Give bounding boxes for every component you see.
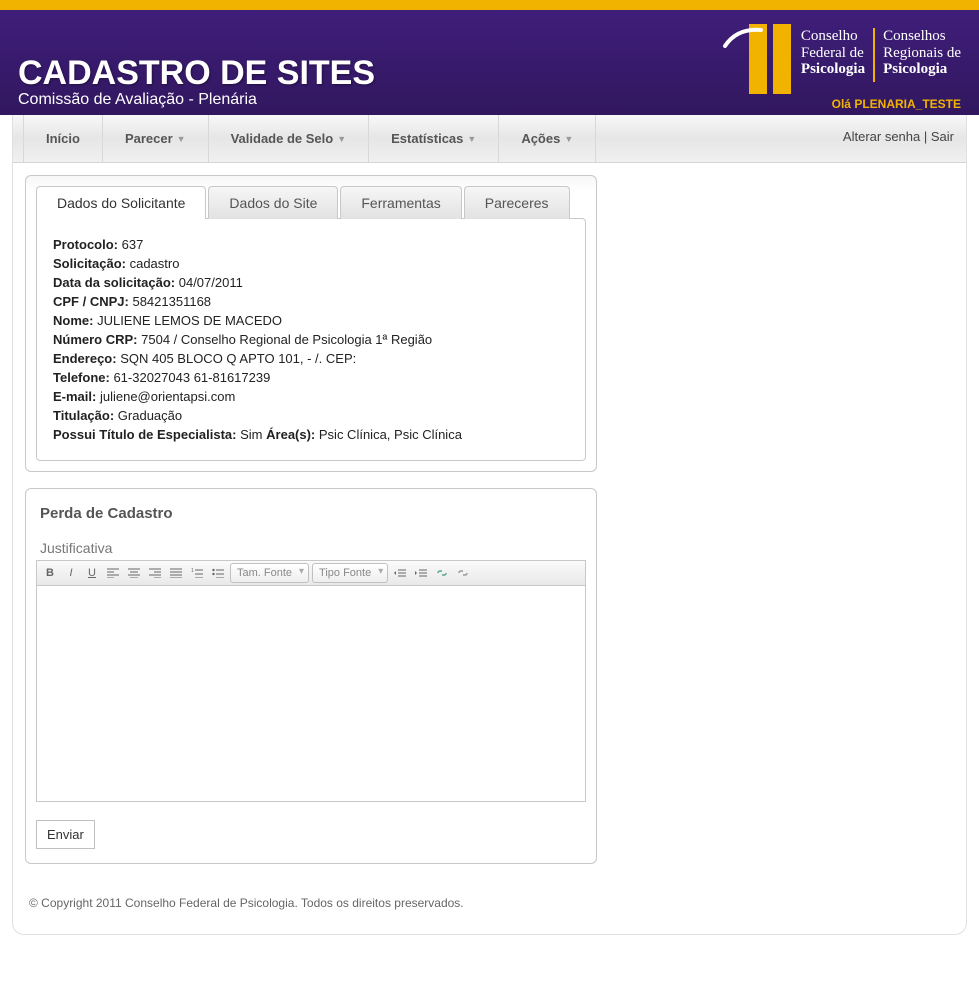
tabs-card: Dados do Solicitante Dados do Site Ferra… [25,175,597,472]
cpf-value: 58421351168 [132,294,211,309]
tab-dados-site[interactable]: Dados do Site [208,186,338,219]
ordered-list-icon[interactable]: 1 [188,564,206,582]
panel-title: Perda de Cadastro [36,499,586,540]
nav-label: Validade de Selo [231,131,334,146]
align-left-icon[interactable] [104,564,122,582]
outdent-icon[interactable] [391,564,409,582]
tab-dados-solicitante[interactable]: Dados do Solicitante [36,186,206,219]
protocolo-label: Protocolo: [53,237,118,252]
top-accent-bar [0,0,979,10]
endereco-value: SQN 405 BLOCO Q APTO 101, - /. CEP: [120,351,356,366]
link-alterar-senha[interactable]: Alterar senha [843,129,920,144]
content-area: Dados do Solicitante Dados do Site Ferra… [13,163,966,876]
data-label: Data da solicitação: [53,275,175,290]
nav-item-inicio[interactable]: Início [23,115,103,163]
perda-cadastro-panel: Perda de Cadastro Justificativa B I U [25,488,597,864]
align-center-icon[interactable] [125,564,143,582]
email-label: E-mail: [53,389,96,404]
crp-value: 7504 / Conselho Regional de Psicologia 1… [141,332,432,347]
tab-body: Protocolo: 637 Solicitação: cadastro Dat… [36,218,586,461]
logo-text-right: Conselhos Regionais de Psicologia [883,28,961,82]
nome-label: Nome: [53,313,93,328]
editor-toolbar: B I U 1 [37,561,585,586]
svg-text:1: 1 [191,568,194,574]
nav-item-acoes[interactable]: Ações ▼ [499,115,596,163]
nav-bar: Início Parecer ▼ Validade de Selo ▼ Esta… [13,115,966,163]
titulacao-value: Graduação [118,408,182,423]
font-family-select[interactable]: Tipo Fonte [312,563,388,583]
rich-text-editor: B I U 1 [36,560,586,802]
endereco-label: Endereço: [53,351,117,366]
main-wrap: Início Parecer ▼ Validade de Selo ▼ Esta… [12,115,967,935]
logo-block: Conselho Federal de Psicologia Conselhos… [749,24,961,94]
editor-label: Justificativa [40,540,586,556]
chevron-down-icon: ▼ [177,134,186,144]
chevron-down-icon: ▼ [467,134,476,144]
link-icon[interactable] [433,564,451,582]
footer-text: © Copyright 2011 Conselho Federal de Psi… [13,876,966,918]
chevron-down-icon: ▼ [564,134,573,144]
top-links: Alterar senha | Sair [843,129,954,144]
logo-swoosh-icon [723,24,763,54]
italic-icon[interactable]: I [62,564,80,582]
enviar-button[interactable]: Enviar [36,820,95,849]
bold-icon[interactable]: B [41,564,59,582]
solicitacao-value: cadastro [130,256,180,271]
cpf-label: CPF / CNPJ: [53,294,129,309]
crp-label: Número CRP: [53,332,138,347]
unlink-icon[interactable] [454,564,472,582]
logo-divider [873,28,875,82]
underline-icon[interactable]: U [83,564,101,582]
areas-label: Área(s): [266,427,315,442]
especialista-label: Possui Título de Especialista: [53,427,237,442]
align-justify-icon[interactable] [167,564,185,582]
page-header: CADASTRO DE SITES Comissão de Avaliação … [0,10,979,115]
justificativa-textarea[interactable] [37,586,585,796]
nome-value: JULIENE LEMOS DE MACEDO [97,313,282,328]
unordered-list-icon[interactable] [209,564,227,582]
tabs-row: Dados do Solicitante Dados do Site Ferra… [36,186,586,219]
align-right-icon[interactable] [146,564,164,582]
font-size-select[interactable]: Tam. Fonte [230,563,309,583]
nav-label: Início [46,131,80,146]
user-greeting: Olá PLENARIA_TESTE [832,97,961,111]
telefone-value: 61-32027043 61-81617239 [113,370,270,385]
data-value: 04/07/2011 [179,275,243,290]
logo-bars-icon [749,24,791,94]
nav-label: Ações [521,131,560,146]
email-value: juliene@orientapsi.com [100,389,235,404]
logo-text-left: Conselho Federal de Psicologia [801,28,865,82]
nav-item-validade[interactable]: Validade de Selo ▼ [209,115,370,163]
areas-value: Psic Clínica, Psic Clínica [319,427,462,442]
protocolo-value: 637 [122,237,144,252]
indent-icon[interactable] [412,564,430,582]
link-sair[interactable]: Sair [931,129,954,144]
nav-label: Estatísticas [391,131,463,146]
especialista-value: Sim [240,427,262,442]
tab-pareceres[interactable]: Pareceres [464,186,570,219]
titulacao-label: Titulação: [53,408,114,423]
tab-ferramentas[interactable]: Ferramentas [340,186,461,219]
nav-item-parecer[interactable]: Parecer ▼ [103,115,209,163]
solicitacao-label: Solicitação: [53,256,126,271]
nav-item-estatisticas[interactable]: Estatísticas ▼ [369,115,499,163]
chevron-down-icon: ▼ [337,134,346,144]
telefone-label: Telefone: [53,370,110,385]
nav-label: Parecer [125,131,173,146]
